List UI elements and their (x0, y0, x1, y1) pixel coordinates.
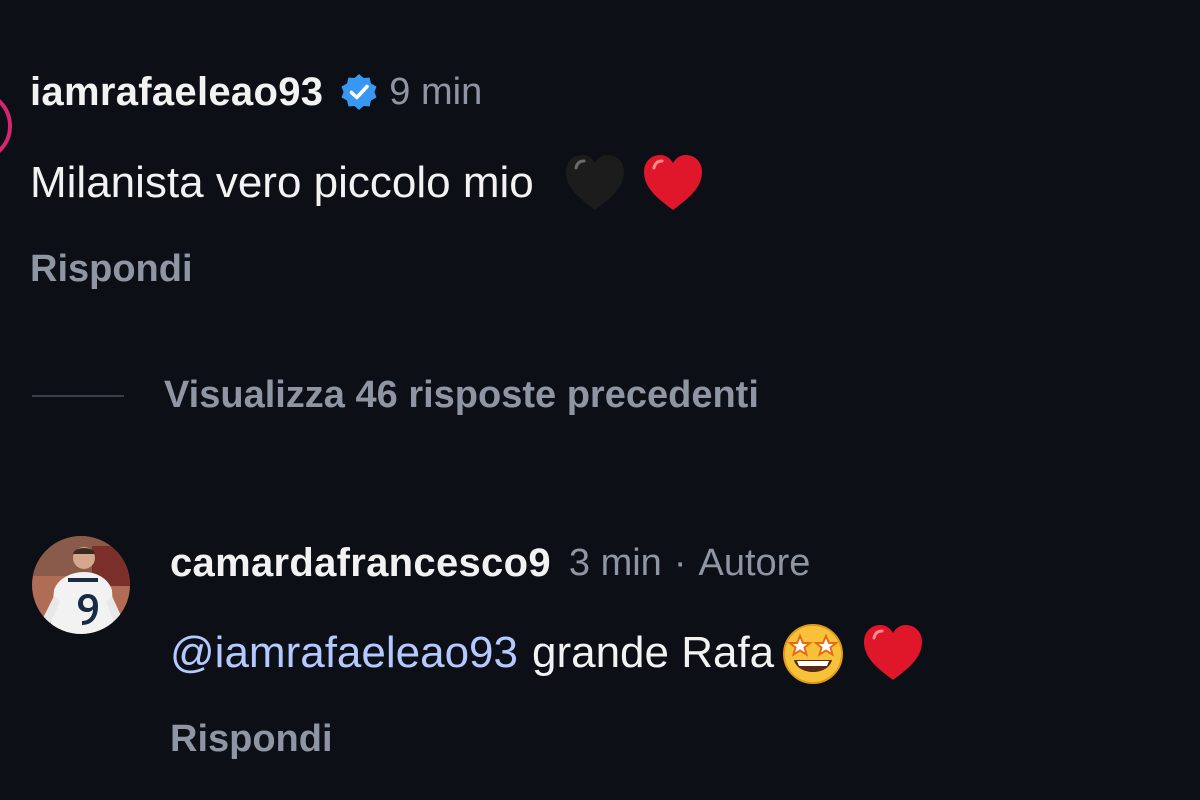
verified-badge-icon (339, 72, 379, 112)
comment-body: @iamrafaeleao93 grande Rafa (170, 618, 928, 688)
reply-button[interactable]: Rispondi (170, 720, 333, 758)
comment-text: grande Rafa (531, 628, 775, 677)
username-link[interactable]: iamrafaeleao93 (30, 72, 323, 112)
comment-header: camardafrancesco9 3 min · Autore (170, 543, 810, 583)
star-struck-face-icon (778, 618, 848, 688)
meta-separator: · (673, 542, 687, 584)
author-badge: Autore (698, 542, 811, 584)
reply-button[interactable]: Rispondi (30, 250, 193, 288)
red-heart-icon (858, 618, 928, 688)
mention-link[interactable]: @iamrafaeleao93 (170, 631, 518, 675)
username-link[interactable]: camardafrancesco9 (170, 543, 551, 583)
comment-body: Milanista vero piccolo mio (30, 148, 708, 218)
comment-header: iamrafaeleao93 9 min (30, 72, 482, 112)
comment-timestamp: 9 min (389, 71, 483, 113)
comment-text: Milanista vero piccolo mio (30, 158, 534, 207)
black-heart-icon (560, 148, 630, 218)
avatar[interactable] (0, 90, 12, 162)
view-replies-divider (32, 395, 124, 397)
avatar[interactable] (32, 536, 130, 634)
view-previous-replies-button[interactable]: Visualizza 46 risposte precedenti (164, 376, 759, 414)
comment-timestamp: 3 min (568, 542, 662, 584)
red-heart-icon (638, 148, 708, 218)
